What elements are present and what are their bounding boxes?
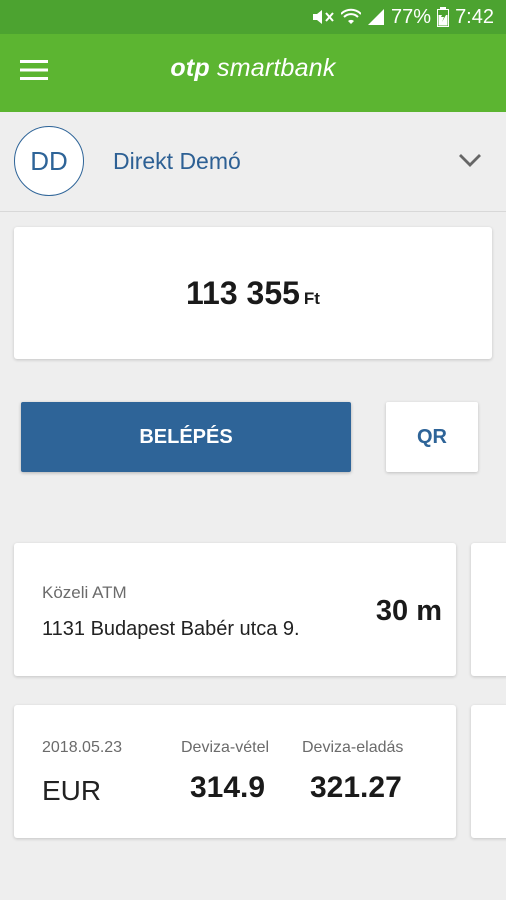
- balance-currency: Ft: [303, 289, 320, 308]
- logo-product: smartbank: [217, 54, 336, 82]
- app-bar: otp smartbank: [0, 34, 506, 112]
- profile-name: Direkt Demó: [113, 148, 241, 174]
- atm-distance: 30 m: [375, 595, 442, 627]
- login-button[interactable]: BELÉPÉS: [21, 402, 351, 472]
- buy-rate-value: 314.9: [190, 771, 266, 804]
- sell-rate-value: 321.27: [310, 771, 402, 804]
- next-card-peek[interactable]: [471, 543, 506, 676]
- signal-icon: [367, 8, 385, 26]
- qr-button[interactable]: QR: [386, 402, 478, 472]
- next-card-peek[interactable]: [471, 705, 506, 838]
- clock: 7:42: [455, 5, 494, 28]
- profile-selector[interactable]: DD Direkt Demó: [0, 112, 506, 212]
- nearby-atm-card[interactable]: Közeli ATM 1131 Budapest Babér utca 9. 3…: [14, 543, 456, 676]
- avatar: DD: [14, 126, 84, 196]
- app-logo: otp smartbank: [0, 54, 506, 83]
- sell-rate-label: Deviza-eladás: [302, 739, 404, 756]
- balance: 113 355 Ft: [14, 275, 492, 312]
- atm-address: 1131 Budapest Babér utca 9.: [42, 618, 300, 640]
- balance-card[interactable]: 113 355 Ft: [14, 227, 492, 359]
- buy-rate-label: Deviza-vétel: [181, 739, 270, 756]
- chevron-down-icon[interactable]: [456, 150, 484, 172]
- logo-brand: otp: [170, 54, 210, 82]
- atm-label: Közeli ATM: [42, 583, 127, 602]
- exchange-currency: EUR: [42, 775, 102, 806]
- mute-icon: [311, 8, 335, 26]
- status-bar: 77% 7:42: [0, 0, 506, 34]
- wifi-icon: [341, 8, 362, 26]
- exchange-rate-card[interactable]: 2018.05.23 EUR Deviza-vétel Deviza-eladá…: [14, 705, 456, 838]
- battery-percent: 77%: [391, 5, 432, 28]
- balance-amount: 113 355: [186, 275, 300, 311]
- battery-icon: [437, 7, 450, 27]
- exchange-date: 2018.05.23: [42, 739, 123, 756]
- avatar-initials: DD: [30, 145, 68, 176]
